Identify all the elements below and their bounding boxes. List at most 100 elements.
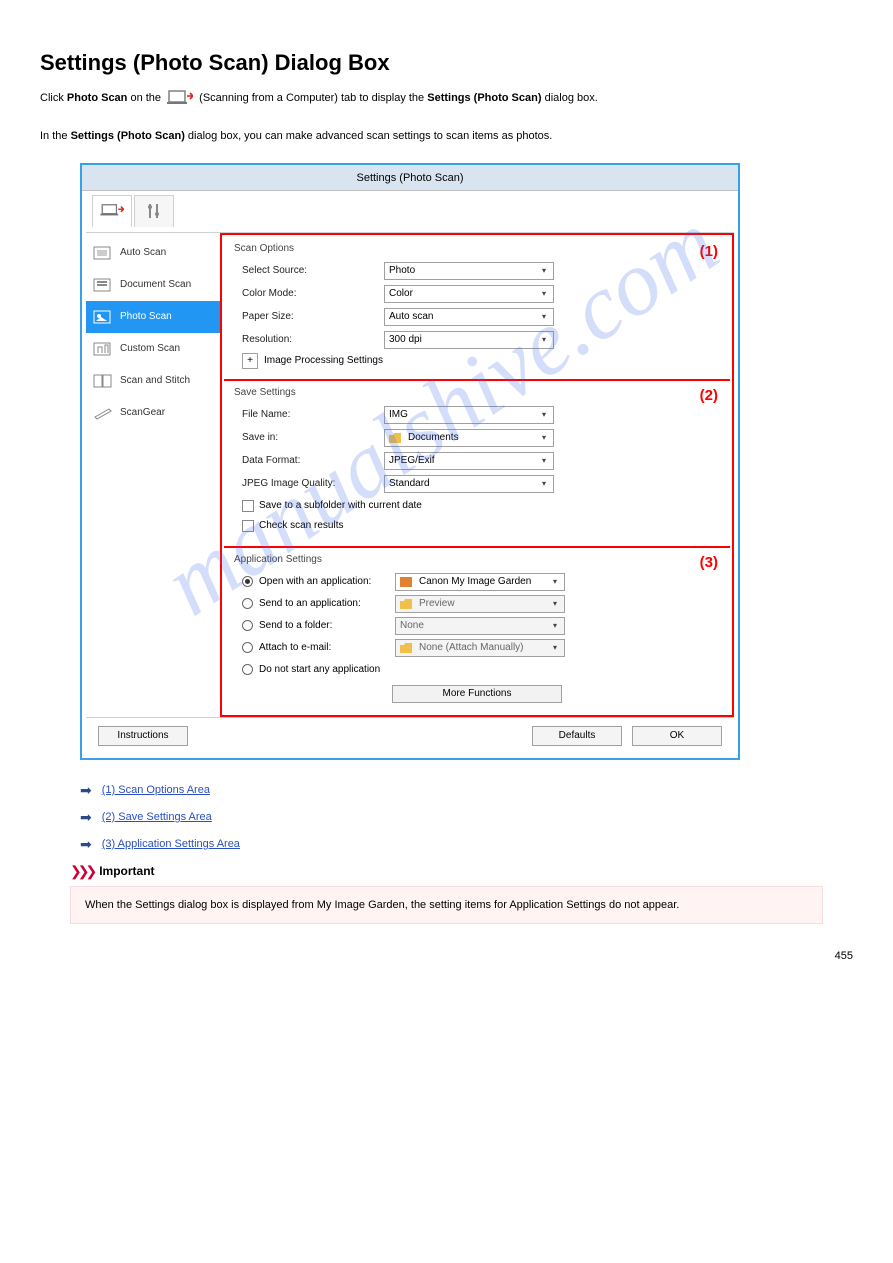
resolution-dropdown[interactable]: 300 dpi ▾ bbox=[384, 331, 554, 349]
scan-stitch-icon bbox=[92, 372, 114, 390]
tools-icon bbox=[146, 202, 162, 220]
row-check-results-checkbox[interactable]: Check scan results bbox=[234, 516, 720, 536]
page-title: Settings (Photo Scan) Dialog Box bbox=[40, 50, 853, 76]
check-results-checkbox[interactable] bbox=[242, 520, 254, 532]
folder-icon bbox=[389, 432, 401, 444]
sidebar-item-auto-scan[interactable]: Auto Scan bbox=[86, 237, 220, 269]
image-processing-row: + Image Processing Settings bbox=[234, 353, 720, 369]
row-data-format: Data Format: JPEG/Exif ▾ bbox=[234, 450, 720, 472]
subfolder-label: Save to a subfolder with current date bbox=[259, 500, 422, 511]
row-jpeg-quality: JPEG Image Quality: Standard ▾ bbox=[234, 473, 720, 495]
document-scan-icon bbox=[92, 276, 114, 294]
row-no-app[interactable]: Do not start any application bbox=[234, 659, 720, 681]
chevron-down-icon: ▾ bbox=[539, 410, 549, 419]
sidebar-item-label: Document Scan bbox=[120, 279, 191, 290]
arrow-right-icon: ➡ bbox=[80, 809, 92, 826]
subfolder-checkbox[interactable] bbox=[242, 500, 254, 512]
chevron-down-icon: ▾ bbox=[550, 643, 560, 652]
send-to-folder-radio[interactable] bbox=[242, 620, 253, 631]
link-scan-options[interactable]: ➡ (1) Scan Options Area bbox=[80, 782, 853, 799]
sidebar-item-scan-stitch[interactable]: Scan and Stitch bbox=[86, 365, 220, 397]
row-save-in: Save in: Documents ▾ bbox=[234, 427, 720, 449]
footer-right-group: Defaults OK bbox=[532, 726, 722, 746]
intro-paragraph: Click Photo Scan on the (Scanning from a… bbox=[40, 88, 853, 108]
save-settings-legend: Save Settings bbox=[234, 387, 720, 398]
jpeg-quality-dropdown[interactable]: Standard ▾ bbox=[384, 475, 554, 493]
data-format-dropdown[interactable]: JPEG/Exif ▾ bbox=[384, 452, 554, 470]
send-to-app-dropdown[interactable]: Preview ▾ bbox=[395, 595, 565, 613]
sidebar-item-scangear[interactable]: ScanGear bbox=[86, 397, 220, 429]
row-select-source: Select Source: Photo ▾ bbox=[234, 260, 720, 282]
important-note-box: When the Settings dialog box is displaye… bbox=[70, 886, 823, 925]
file-name-field[interactable]: IMG ▾ bbox=[384, 406, 554, 424]
sidebar-item-photo-scan[interactable]: Photo Scan bbox=[86, 301, 220, 333]
chevron-down-icon: ▾ bbox=[539, 433, 549, 442]
sidebar-item-label: ScanGear bbox=[120, 407, 165, 418]
save-in-dropdown[interactable]: Documents ▾ bbox=[384, 429, 554, 447]
paper-size-dropdown[interactable]: Auto scan ▾ bbox=[384, 308, 554, 326]
ok-button[interactable]: OK bbox=[632, 726, 722, 746]
row-send-to-folder[interactable]: Send to a folder: None ▾ bbox=[234, 615, 720, 637]
paper-size-label: Paper Size: bbox=[234, 311, 384, 322]
dialog-titlebar: Settings (Photo Scan) bbox=[82, 165, 738, 191]
dialog-footer: Instructions Defaults OK bbox=[86, 717, 734, 754]
chevron-down-icon: ▾ bbox=[539, 335, 549, 344]
top-tab-strip bbox=[86, 195, 734, 233]
sidebar-item-label: Custom Scan bbox=[120, 343, 180, 354]
send-to-app-radio[interactable] bbox=[242, 598, 253, 609]
attach-email-radio[interactable] bbox=[242, 642, 253, 653]
section-save-settings: Save Settings (2) File Name: IMG ▾ Save … bbox=[224, 381, 730, 548]
link-save-settings[interactable]: ➡ (2) Save Settings Area bbox=[80, 809, 853, 826]
app-settings-legend: Application Settings bbox=[234, 554, 720, 565]
attach-email-dropdown[interactable]: None (Attach Manually) ▾ bbox=[395, 639, 565, 657]
sidebar-item-document-scan[interactable]: Document Scan bbox=[86, 269, 220, 301]
file-name-label: File Name: bbox=[234, 409, 384, 420]
row-file-name: File Name: IMG ▾ bbox=[234, 404, 720, 426]
data-format-label: Data Format: bbox=[234, 455, 384, 466]
expand-image-processing-button[interactable]: + bbox=[242, 353, 258, 369]
instructions-button[interactable]: Instructions bbox=[98, 726, 188, 746]
scan-options-legend: Scan Options bbox=[234, 243, 720, 254]
select-source-dropdown[interactable]: Photo ▾ bbox=[384, 262, 554, 280]
row-attach-email[interactable]: Attach to e-mail: None (Attach Manually)… bbox=[234, 637, 720, 659]
open-with-app-radio[interactable] bbox=[242, 576, 253, 587]
jpeg-quality-label: JPEG Image Quality: bbox=[234, 478, 384, 489]
row-subfolder-checkbox[interactable]: Save to a subfolder with current date bbox=[234, 496, 720, 516]
tab-scan-from-computer[interactable] bbox=[92, 195, 132, 227]
open-with-app-dropdown[interactable]: Canon My Image Garden ▾ bbox=[395, 573, 565, 591]
callout-2: (2) bbox=[700, 387, 718, 404]
sidebar-item-label: Scan and Stitch bbox=[120, 375, 190, 386]
open-with-app-label: Open with an application: bbox=[259, 576, 395, 587]
resolution-label: Resolution: bbox=[234, 334, 384, 345]
sidebar-item-custom-scan[interactable]: Custom Scan bbox=[86, 333, 220, 365]
row-open-with-app[interactable]: Open with an application: Canon My Image… bbox=[234, 571, 720, 593]
chevron-down-icon: ▾ bbox=[539, 312, 549, 321]
custom-scan-icon bbox=[92, 340, 114, 358]
section-scan-options: Scan Options (1) Select Source: Photo ▾ … bbox=[224, 237, 730, 381]
no-app-radio[interactable] bbox=[242, 664, 253, 675]
chevrons-right-icon: ❯❯❯ bbox=[70, 863, 93, 880]
row-send-to-app[interactable]: Send to an application: Preview ▾ bbox=[234, 593, 720, 615]
folder-icon bbox=[400, 642, 412, 654]
chevron-down-icon: ▾ bbox=[539, 479, 549, 488]
tab-general-settings[interactable] bbox=[134, 195, 174, 227]
send-to-folder-dropdown[interactable]: None ▾ bbox=[395, 617, 565, 635]
section-application-settings: Application Settings (3) Open with an ap… bbox=[224, 548, 730, 713]
color-mode-dropdown[interactable]: Color ▾ bbox=[384, 285, 554, 303]
scangear-icon bbox=[92, 404, 114, 422]
intro-text: Click Photo Scan on the (Scanning from a… bbox=[40, 88, 598, 108]
more-functions-button[interactable]: More Functions bbox=[392, 685, 562, 703]
sidebar-item-label: Photo Scan bbox=[120, 311, 172, 322]
row-paper-size: Paper Size: Auto scan ▾ bbox=[234, 306, 720, 328]
defaults-button[interactable]: Defaults bbox=[532, 726, 622, 746]
color-mode-label: Color Mode: bbox=[234, 288, 384, 299]
image-processing-label: Image Processing Settings bbox=[264, 355, 383, 366]
link-app-settings[interactable]: ➡ (3) Application Settings Area bbox=[80, 836, 853, 853]
dialog-content: Auto Scan Document Scan Photo Scan bbox=[86, 233, 734, 717]
row-color-mode: Color Mode: Color ▾ bbox=[234, 283, 720, 305]
chevron-down-icon: ▾ bbox=[539, 266, 549, 275]
folder-icon bbox=[400, 598, 412, 610]
send-to-app-label: Send to an application: bbox=[259, 598, 395, 609]
main-panel: Scan Options (1) Select Source: Photo ▾ … bbox=[220, 233, 734, 717]
arrow-right-icon: ➡ bbox=[80, 782, 92, 799]
